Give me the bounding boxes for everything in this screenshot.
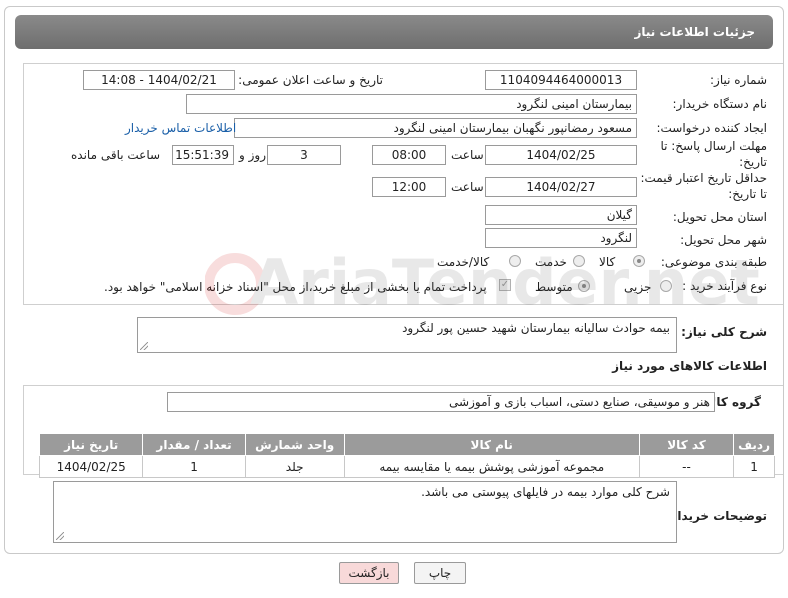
province-field[interactable]: گیلان: [485, 205, 637, 225]
remaining-time-label: ساعت باقی مانده: [71, 148, 161, 162]
province-label: استان محل تحویل:: [672, 210, 767, 224]
buyer-contact-link[interactable]: اطلاعات تماس خریدار: [125, 121, 236, 135]
cell-row: 1: [733, 455, 775, 478]
days-remaining-field[interactable]: 3: [267, 145, 341, 165]
goods-table-header: ردیف کد کالا نام کالا واحد شمارش تعداد /…: [38, 433, 775, 456]
need-details-panel: جزئیات اطلاعات نیاز شماره نیاز: 11040944…: [4, 6, 784, 554]
validity-date-field[interactable]: 1404/02/27: [485, 177, 637, 197]
category-service-radio[interactable]: [573, 255, 585, 267]
panel-header: جزئیات اطلاعات نیاز: [15, 15, 773, 49]
validity-time-field[interactable]: 12:00: [372, 177, 446, 197]
cell-code: --: [638, 455, 735, 478]
process-minor-label: جزیی: [624, 280, 652, 294]
panel-title: جزئیات اطلاعات نیاز: [634, 25, 755, 39]
treasury-checkbox[interactable]: ✓: [499, 279, 511, 291]
deadline-date-field[interactable]: 1404/02/25: [485, 145, 637, 165]
category-goods-radio[interactable]: [633, 255, 645, 267]
validity-label: حداقل تاریخ اعتبار قیمت:: [640, 171, 767, 185]
goods-table: ردیف کد کالا نام کالا واحد شمارش تعداد /…: [38, 433, 775, 478]
creator-label: ایجاد کننده درخواست:: [656, 121, 767, 135]
goods-group-field[interactable]: هنر و موسیقی، صنایع دستی، اسباب بازی و آ…: [167, 392, 715, 412]
summary-text: بیمه حوادث سالیانه بیمارستان شهید حسین پ…: [402, 321, 670, 335]
category-both-radio[interactable]: [509, 255, 521, 267]
deadline-time-label: ساعت: [451, 148, 484, 162]
buyer-label: نام دستگاه خریدار:: [672, 97, 768, 111]
summary-field[interactable]: بیمه حوادث سالیانه بیمارستان شهید حسین پ…: [137, 317, 677, 353]
print-button[interactable]: چاپ: [414, 562, 466, 584]
creator-field[interactable]: مسعود رمضانپور نگهبان بیمارستان امینی لن…: [234, 118, 637, 138]
process-medium-label: متوسط: [535, 280, 573, 294]
announce-label: تاریخ و ساعت اعلان عمومی:: [238, 73, 383, 87]
need-number-field[interactable]: 1104094464000013: [485, 70, 637, 90]
col-row: ردیف: [733, 433, 775, 456]
remaining-time-field[interactable]: 15:51:39: [172, 145, 234, 165]
need-number-label: شماره نیاز:: [710, 73, 767, 87]
resize-handle[interactable]: [56, 532, 64, 540]
buyer-notes-field[interactable]: شرح کلی موارد بیمه در فایلهای پیوستی می …: [53, 481, 677, 543]
announce-field[interactable]: 1404/02/21 - 14:08: [83, 70, 235, 90]
deadline-time-field[interactable]: 08:00: [372, 145, 446, 165]
goods-section-title: اطلاعات کالاهای مورد نیاز: [612, 359, 767, 373]
buyer-notes-text: شرح کلی موارد بیمه در فایلهای پیوستی می …: [421, 485, 670, 499]
process-label: نوع فرآیند خرید :: [682, 279, 767, 293]
validity-time-label: ساعت: [451, 180, 484, 194]
col-name: نام کالا: [343, 433, 640, 456]
cell-date: 1404/02/25: [38, 455, 144, 478]
col-date: تاریخ نیاز: [38, 433, 144, 456]
process-minor-radio[interactable]: [660, 280, 672, 292]
col-code: کد کالا: [638, 433, 735, 456]
treasury-note: پرداخت تمام یا بخشی از مبلغ خرید،از محل …: [104, 280, 487, 294]
table-row: 1 -- مجموعه آموزشی پوشش بیمه یا مقایسه ب…: [38, 455, 775, 478]
category-both-label: کالا/خدمت: [437, 255, 490, 269]
cell-name: مجموعه آموزشی پوشش بیمه یا مقایسه بیمه: [343, 455, 640, 478]
back-button[interactable]: بازگشت: [339, 562, 399, 584]
city-label: شهر محل تحویل:: [680, 233, 767, 247]
process-medium-radio[interactable]: [578, 280, 590, 292]
category-service-label: خدمت: [535, 255, 567, 269]
category-label: طبقه بندی موضوعی:: [660, 255, 767, 269]
cell-qty: 1: [142, 455, 246, 478]
category-goods-label: کالا: [599, 255, 616, 269]
resize-handle[interactable]: [140, 342, 148, 350]
validity-label-date: تا تاریخ:: [728, 187, 767, 201]
cell-unit: جلد: [244, 455, 345, 478]
buyer-notes-label: توضیحات خریدار:: [665, 509, 767, 523]
col-qty: تعداد / مقدار: [142, 433, 246, 456]
city-field[interactable]: لنگرود: [485, 228, 637, 248]
days-label: روز و: [239, 148, 266, 162]
buyer-field[interactable]: بیمارستان امینی لنگرود: [186, 94, 637, 114]
deadline-label-date: تاریخ:: [739, 155, 767, 169]
deadline-label: مهلت ارسال پاسخ: تا: [660, 139, 767, 153]
col-unit: واحد شمارش: [244, 433, 345, 456]
summary-label: شرح کلی نیاز:: [681, 325, 767, 339]
